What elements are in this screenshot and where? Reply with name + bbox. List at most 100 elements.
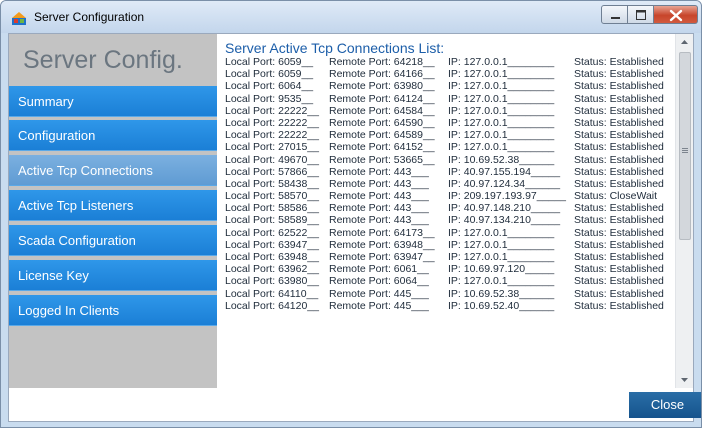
status-cell: Status: Established	[574, 129, 664, 142]
minimize-icon	[611, 17, 620, 19]
ip-cell: IP: 127.0.0.1________	[448, 275, 555, 288]
app-logo-icon	[12, 12, 26, 25]
status-cell: Status: Established	[574, 141, 664, 154]
ip-cell: IP: 127.0.0.1________	[448, 141, 555, 154]
nav-summary[interactable]: Summary	[9, 86, 217, 117]
status-cell: Status: Established	[574, 226, 664, 239]
brand-title: Server Config.	[23, 46, 183, 74]
ip-cell: IP: 10.69.52.38______	[448, 153, 555, 166]
scroll-up-button[interactable]	[676, 34, 693, 51]
connection-row: Local Port: 63948__ Remote Port: 63947__ I…	[223, 251, 675, 263]
remote-port-cell: Remote Port: 443___	[329, 190, 429, 203]
local-port-cell: Local Port: 6059__	[225, 56, 314, 68]
nav-scada-configuration[interactable]: Scada Configuration	[9, 225, 217, 256]
nav-active-tcp-connections[interactable]: Active Tcp Connections	[9, 155, 217, 186]
connection-row: Local Port: 64120__ Remote Port: 445___ IP…	[223, 300, 675, 312]
vertical-scrollbar[interactable]	[675, 34, 693, 388]
connection-row: Local Port: 58570__ Remote Port: 443___ IP…	[223, 190, 675, 202]
ip-cell: IP: 127.0.0.1________	[448, 56, 555, 68]
window-title: Server Configuration	[34, 10, 145, 24]
status-cell: Status: Established	[574, 92, 664, 105]
connection-row: Local Port: 57866__ Remote Port: 443___ IP…	[223, 166, 675, 178]
local-port-cell: Local Port: 6059__	[225, 68, 314, 81]
ip-cell: IP: 10.69.52.38______	[448, 287, 555, 300]
ip-cell: IP: 127.0.0.1________	[448, 226, 555, 239]
ip-cell: IP: 40.97.148.210_____	[448, 202, 561, 215]
connection-row: Local Port: 22222__ Remote Port: 64584__ I…	[223, 105, 675, 117]
local-port-cell: Local Port: 62522__	[225, 226, 319, 239]
minimize-button[interactable]	[601, 5, 628, 24]
remote-port-cell: Remote Port: 445___	[329, 287, 429, 300]
status-cell: Status: Established	[574, 299, 664, 312]
ip-cell: IP: 127.0.0.1________	[448, 116, 555, 129]
ip-cell: IP: 127.0.0.1________	[448, 80, 555, 93]
close-button[interactable]: Close	[629, 392, 701, 418]
ip-cell: IP: 10.69.97.120_____	[448, 263, 555, 276]
remote-port-cell: Remote Port: 6064__	[329, 275, 429, 288]
connection-row: Local Port: 9535__ Remote Port: 64124__ IP…	[223, 93, 675, 105]
nav-license-key[interactable]: License Key	[9, 260, 217, 291]
ip-cell: IP: 127.0.0.1________	[448, 238, 555, 251]
window-close-button[interactable]	[654, 5, 698, 24]
status-cell: Status: Established	[574, 153, 664, 166]
status-cell: Status: Established	[574, 104, 664, 117]
sidebar: Server Config. Summary Configuration Act…	[9, 34, 217, 388]
ip-cell: IP: 209.197.193.97_____	[448, 190, 566, 203]
nav-active-tcp-listeners[interactable]: Active Tcp Listeners	[9, 190, 217, 221]
ip-cell: IP: 127.0.0.1________	[448, 68, 555, 81]
local-port-cell: Local Port: 22222__	[225, 116, 319, 129]
local-port-cell: Local Port: 6064__	[225, 80, 314, 93]
remote-port-cell: Remote Port: 443___	[329, 165, 429, 178]
ip-cell: IP: 127.0.0.1________	[448, 104, 555, 117]
maximize-button[interactable]	[628, 5, 654, 24]
local-port-cell: Local Port: 58438__	[225, 177, 319, 190]
ip-cell: IP: 40.97.134.210_____	[448, 214, 561, 227]
remote-port-cell: Remote Port: 64173__	[329, 226, 435, 239]
connections-list-title: Server Active Tcp Connections List:	[225, 40, 445, 56]
connection-row: Local Port: 63980__ Remote Port: 6064__ IP…	[223, 275, 675, 287]
local-port-cell: Local Port: 9535__	[225, 92, 314, 105]
footer-bar: Close	[9, 388, 701, 421]
remote-port-cell: Remote Port: 63980__	[329, 80, 435, 93]
status-cell: Status: Established	[574, 56, 664, 68]
status-cell: Status: Established	[574, 275, 664, 288]
status-cell: Status: Established	[574, 287, 664, 300]
status-cell: Status: Established	[574, 214, 664, 227]
scroll-down-button[interactable]	[676, 371, 693, 388]
connection-row: Local Port: 22222__ Remote Port: 64590__ I…	[223, 117, 675, 129]
remote-port-cell: Remote Port: 64152__	[329, 141, 435, 154]
connection-row: Local Port: 58589__ Remote Port: 443___ IP…	[223, 214, 675, 226]
connection-row: Local Port: 58586__ Remote Port: 443___ IP…	[223, 202, 675, 214]
app-window: Server Configuration Server Config. Summ…	[0, 0, 702, 428]
local-port-cell: Local Port: 63948__	[225, 251, 319, 263]
connection-row: Local Port: 62522__ Remote Port: 64173__ I…	[223, 227, 675, 239]
remote-port-cell: Remote Port: 64589__	[329, 129, 435, 142]
local-port-cell: Local Port: 49670__	[225, 153, 319, 166]
status-cell: Status: Established	[574, 251, 664, 263]
local-port-cell: Local Port: 22222__	[225, 104, 319, 117]
connection-row: Local Port: 63962__ Remote Port: 6061__ IP…	[223, 263, 675, 275]
status-cell: Status: Established	[574, 177, 664, 190]
scroll-up-arrow-icon	[681, 40, 688, 44]
scrollbar-thumb[interactable]	[679, 52, 691, 240]
nav-configuration[interactable]: Configuration	[9, 120, 217, 151]
connections-panel: Server Active Tcp Connections List: Loca…	[223, 38, 675, 386]
status-cell: Status: Established	[574, 116, 664, 129]
title-bar[interactable]: Server Configuration	[1, 1, 701, 33]
local-port-cell: Local Port: 27015__	[225, 141, 319, 154]
connection-row: Local Port: 64110__ Remote Port: 445___ IP…	[223, 288, 675, 300]
connections-list: Local Port: 6059__ Remote Port: 64218__ IP…	[223, 56, 675, 312]
remote-port-cell: Remote Port: 64584__	[329, 104, 435, 117]
nav-logged-in-clients[interactable]: Logged In Clients	[9, 295, 217, 326]
ip-cell: IP: 127.0.0.1________	[448, 92, 555, 105]
remote-port-cell: Remote Port: 443___	[329, 202, 429, 215]
local-port-cell: Local Port: 58586__	[225, 202, 319, 215]
local-port-cell: Local Port: 63962__	[225, 263, 319, 276]
connection-row: Local Port: 49670__ Remote Port: 53665__ I…	[223, 154, 675, 166]
remote-port-cell: Remote Port: 445___	[329, 299, 429, 312]
ip-cell: IP: 127.0.0.1________	[448, 129, 555, 142]
connection-row: Local Port: 22222__ Remote Port: 64589__ I…	[223, 129, 675, 141]
local-port-cell: Local Port: 22222__	[225, 129, 319, 142]
maximize-icon	[636, 10, 646, 20]
grip-icon	[682, 148, 688, 153]
